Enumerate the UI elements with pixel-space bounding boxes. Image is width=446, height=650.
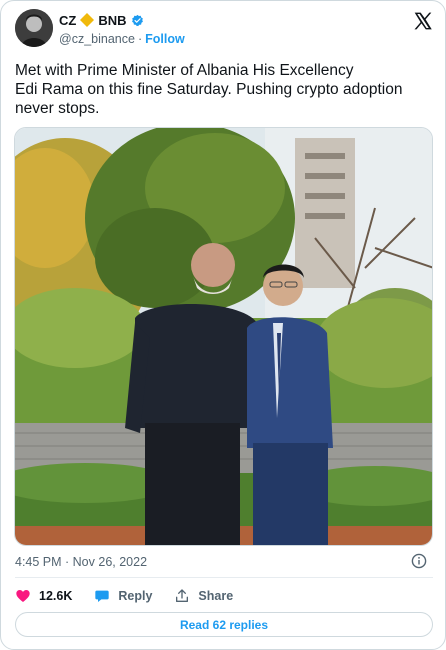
tweet-text: Met with Prime Minister of Albania His E… (15, 62, 403, 117)
tweet-timestamp[interactable]: 4:45 PM · Nov 26, 2022 (15, 555, 147, 569)
portrait-avatar-icon (15, 9, 53, 47)
tweet-header: CZ BNB @cz_binance · Follow (15, 9, 435, 51)
handle-separator: · (137, 32, 143, 46)
photo-two-men-in-garden-icon (15, 128, 432, 545)
like-button[interactable]: 12.6K (15, 588, 72, 604)
divider (15, 577, 433, 578)
share-label: Share (198, 589, 234, 603)
reply-bubble-icon (95, 590, 110, 602)
author-badge-label: BNB (98, 12, 127, 28)
reply-label: Reply (118, 589, 153, 603)
tweet-card: CZ BNB @cz_binance · Follow Met with Pri… (0, 0, 446, 650)
verified-badge-icon (131, 14, 143, 26)
author-name-row: CZ BNB (59, 11, 185, 29)
read-replies-button[interactable]: Read 62 replies (15, 612, 433, 637)
x-logo-icon[interactable] (413, 11, 433, 31)
tweet-actions: 12.6K Reply Share (15, 586, 233, 606)
reply-button[interactable]: Reply (94, 588, 152, 604)
follow-button[interactable]: Follow (145, 32, 185, 46)
author-handle[interactable]: @cz_binance (59, 32, 135, 46)
info-icon[interactable] (411, 553, 427, 569)
author-names: CZ BNB @cz_binance · Follow (59, 11, 185, 47)
author-display-name[interactable]: CZ (59, 13, 76, 28)
bnb-diamond-icon (80, 13, 95, 27)
heart-icon (16, 590, 30, 602)
like-count: 12.6K (39, 589, 73, 603)
tweet-photo[interactable] (14, 127, 433, 546)
share-upload-icon (176, 589, 189, 602)
share-button[interactable]: Share (174, 588, 233, 604)
author-avatar[interactable] (15, 9, 53, 47)
author-handle-row: @cz_binance · Follow (59, 32, 185, 46)
